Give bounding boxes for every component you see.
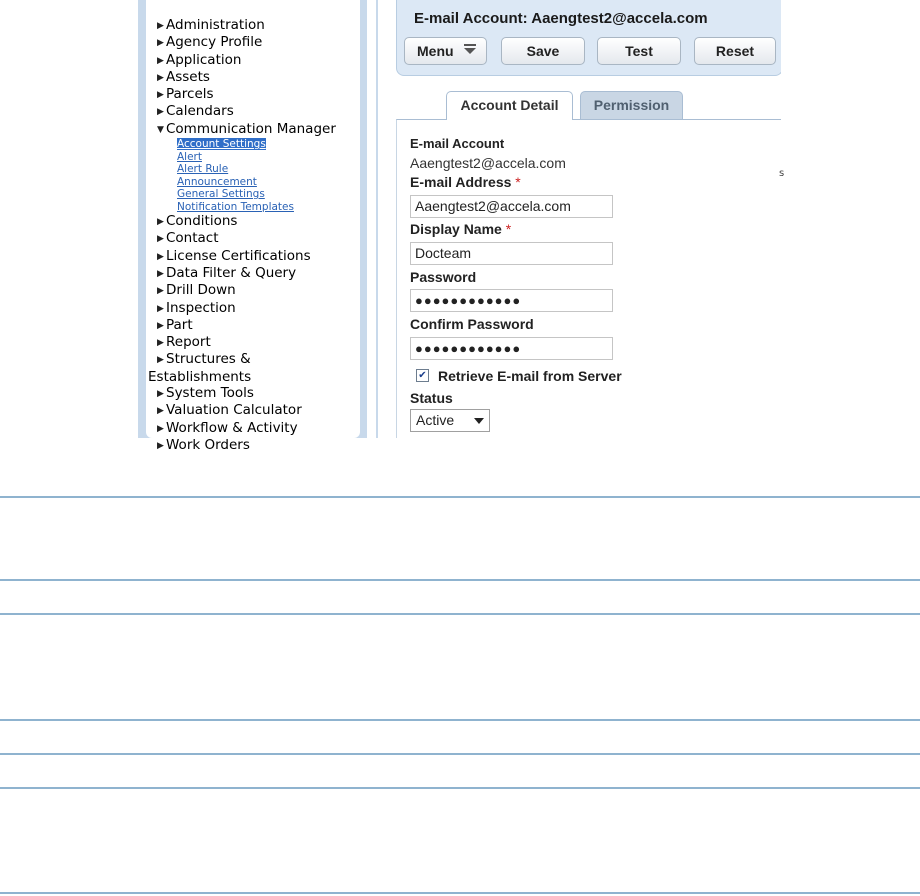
sub-item-announcement[interactable]: Announcement bbox=[177, 176, 336, 189]
splitter-handle[interactable] bbox=[376, 0, 378, 438]
retrieve-email-checkbox[interactable]: ✔ bbox=[416, 369, 429, 382]
expand-arrow-icon[interactable]: ▶ bbox=[157, 318, 166, 334]
expand-arrow-icon[interactable]: ▶ bbox=[157, 231, 166, 247]
tab-account-detail[interactable]: Account Detail bbox=[446, 91, 573, 120]
nav-item-data-filter-query[interactable]: ▶ Data Filter & Query bbox=[157, 265, 336, 282]
navigation-tree-container: ▶ Administration ▶ Agency Profile ▶ Applica… bbox=[146, 0, 360, 453]
email-address-field[interactable]: Aaengtest2@accela.com bbox=[410, 195, 613, 218]
panel-divider bbox=[367, 0, 381, 438]
expand-arrow-icon[interactable]: ▶ bbox=[157, 301, 166, 317]
table-rule bbox=[0, 613, 920, 615]
nav-item-contact[interactable]: ▶ Contact bbox=[157, 230, 336, 247]
collapse-arrow-icon[interactable]: ▼ bbox=[157, 122, 166, 138]
expand-arrow-icon[interactable]: ▶ bbox=[157, 438, 166, 454]
sub-item-notification-templates[interactable]: Notification Templates bbox=[177, 201, 336, 214]
nav-item-assets[interactable]: ▶ Assets bbox=[157, 69, 336, 86]
required-marker: * bbox=[515, 174, 521, 190]
expand-arrow-icon[interactable]: ▶ bbox=[157, 421, 166, 437]
password-field[interactable]: ●●●●●●●●●●●● bbox=[410, 289, 613, 312]
expand-arrow-icon[interactable]: ▶ bbox=[157, 266, 166, 282]
expand-arrow-icon[interactable]: ▶ bbox=[157, 18, 166, 34]
nav-item-license-certifications[interactable]: ▶ License Certifications bbox=[157, 248, 336, 265]
expand-arrow-icon[interactable]: ▶ bbox=[157, 35, 166, 51]
sub-item-general-settings[interactable]: General Settings bbox=[177, 188, 336, 201]
sub-item-alert-rule[interactable]: Alert Rule bbox=[177, 163, 336, 176]
email-address-label: E-mail Address * bbox=[410, 174, 521, 190]
table-rule bbox=[0, 753, 920, 755]
expand-arrow-icon[interactable]: ▶ bbox=[157, 249, 166, 265]
panel-header: E-mail Account: Aaengtest2@accela.com Me… bbox=[396, 0, 781, 76]
table-rule bbox=[0, 719, 920, 721]
general-settings-link[interactable]: General Settings bbox=[177, 188, 265, 200]
email-account-label: E-mail Account bbox=[410, 136, 505, 151]
expand-arrow-icon[interactable]: ▶ bbox=[157, 70, 166, 86]
test-button[interactable]: Test bbox=[597, 37, 681, 65]
retrieve-email-label: Retrieve E-mail from Server bbox=[438, 368, 622, 384]
confirm-password-label: Confirm Password bbox=[410, 316, 534, 332]
table-rule bbox=[0, 496, 920, 498]
display-name-label: Display Name * bbox=[410, 221, 512, 237]
display-name-field[interactable]: Docteam bbox=[410, 242, 613, 265]
expand-arrow-icon[interactable]: ▶ bbox=[157, 352, 166, 368]
expand-arrow-icon[interactable]: ▶ bbox=[157, 87, 166, 103]
expand-arrow-icon[interactable]: ▶ bbox=[157, 104, 166, 120]
save-button[interactable]: Save bbox=[501, 37, 585, 65]
account-settings-link[interactable]: Account Settings bbox=[177, 138, 266, 151]
confirm-password-field[interactable]: ●●●●●●●●●●●● bbox=[410, 337, 613, 360]
table-rule bbox=[0, 892, 920, 894]
table-rule bbox=[0, 787, 920, 789]
nav-item-administration[interactable]: ▶ Administration bbox=[157, 17, 336, 34]
expand-arrow-icon[interactable]: ▶ bbox=[157, 386, 166, 402]
communication-manager-subtree: Account Settings Alert Alert Rule Announ… bbox=[157, 138, 336, 213]
expand-arrow-icon[interactable]: ▶ bbox=[157, 335, 166, 351]
required-marker: * bbox=[505, 221, 512, 237]
password-label: Password bbox=[410, 269, 477, 285]
expand-arrow-icon[interactable]: ▶ bbox=[157, 53, 166, 69]
nav-item-workflow-activity[interactable]: ▶ Workflow & Activity bbox=[157, 420, 336, 437]
checkmark-icon: ✔ bbox=[418, 370, 427, 381]
expand-arrow-icon[interactable]: ▶ bbox=[157, 283, 166, 299]
expand-arrow-icon[interactable]: ▶ bbox=[157, 214, 166, 230]
sub-item-alert[interactable]: Alert bbox=[177, 151, 336, 164]
email-account-value: Aaengtest2@accela.com bbox=[410, 155, 566, 171]
nav-item-report[interactable]: ▶ Report bbox=[157, 334, 336, 351]
nav-item-conditions[interactable]: ▶ Conditions bbox=[157, 213, 336, 230]
nav-item-valuation-calculator[interactable]: ▶ Valuation Calculator bbox=[157, 402, 336, 419]
nav-item-structures-establishments[interactable]: ▶ Structures & Establishments bbox=[148, 351, 336, 385]
tab-permission[interactable]: Permission bbox=[580, 91, 683, 119]
dropdown-arrow-icon bbox=[474, 418, 484, 424]
nav-item-application[interactable]: ▶ Application bbox=[157, 52, 336, 69]
reset-button[interactable]: Reset bbox=[694, 37, 776, 65]
notification-templates-link[interactable]: Notification Templates bbox=[177, 201, 294, 213]
navigation-tree: ▶ Administration ▶ Agency Profile ▶ Applica… bbox=[148, 17, 336, 454]
announcement-link[interactable]: Announcement bbox=[177, 176, 257, 188]
alert-link[interactable]: Alert bbox=[177, 151, 202, 163]
status-label: Status bbox=[410, 390, 453, 406]
nav-item-agency-profile[interactable]: ▶ Agency Profile bbox=[157, 34, 336, 51]
status-select[interactable]: Active bbox=[410, 409, 490, 432]
nav-item-calendars[interactable]: ▶ Calendars bbox=[157, 103, 336, 120]
page-title: E-mail Account: Aaengtest2@accela.com bbox=[414, 10, 708, 27]
nav-item-system-tools[interactable]: ▶ System Tools bbox=[157, 385, 336, 402]
nav-item-inspection[interactable]: ▶ Inspection bbox=[157, 300, 336, 317]
nav-item-drill-down[interactable]: ▶ Drill Down bbox=[157, 282, 336, 299]
expand-arrow-icon[interactable]: ▶ bbox=[157, 403, 166, 419]
scroll-marker: s bbox=[779, 168, 785, 179]
navigation-panel: ▶ Administration ▶ Agency Profile ▶ Applica… bbox=[138, 0, 367, 453]
menu-button[interactable]: Menu bbox=[404, 37, 487, 65]
alert-rule-link[interactable]: Alert Rule bbox=[177, 163, 228, 175]
nav-item-work-orders[interactable]: ▶ Work Orders bbox=[157, 437, 336, 454]
nav-item-communication-manager[interactable]: ▼ Communication Manager Account Settings … bbox=[157, 121, 336, 213]
nav-item-part[interactable]: ▶ Part bbox=[157, 317, 336, 334]
nav-item-parcels[interactable]: ▶ Parcels bbox=[157, 86, 336, 103]
table-rule bbox=[0, 579, 920, 581]
sub-item-account-settings[interactable]: Account Settings bbox=[177, 138, 336, 151]
menu-dropdown-icon bbox=[464, 44, 476, 54]
